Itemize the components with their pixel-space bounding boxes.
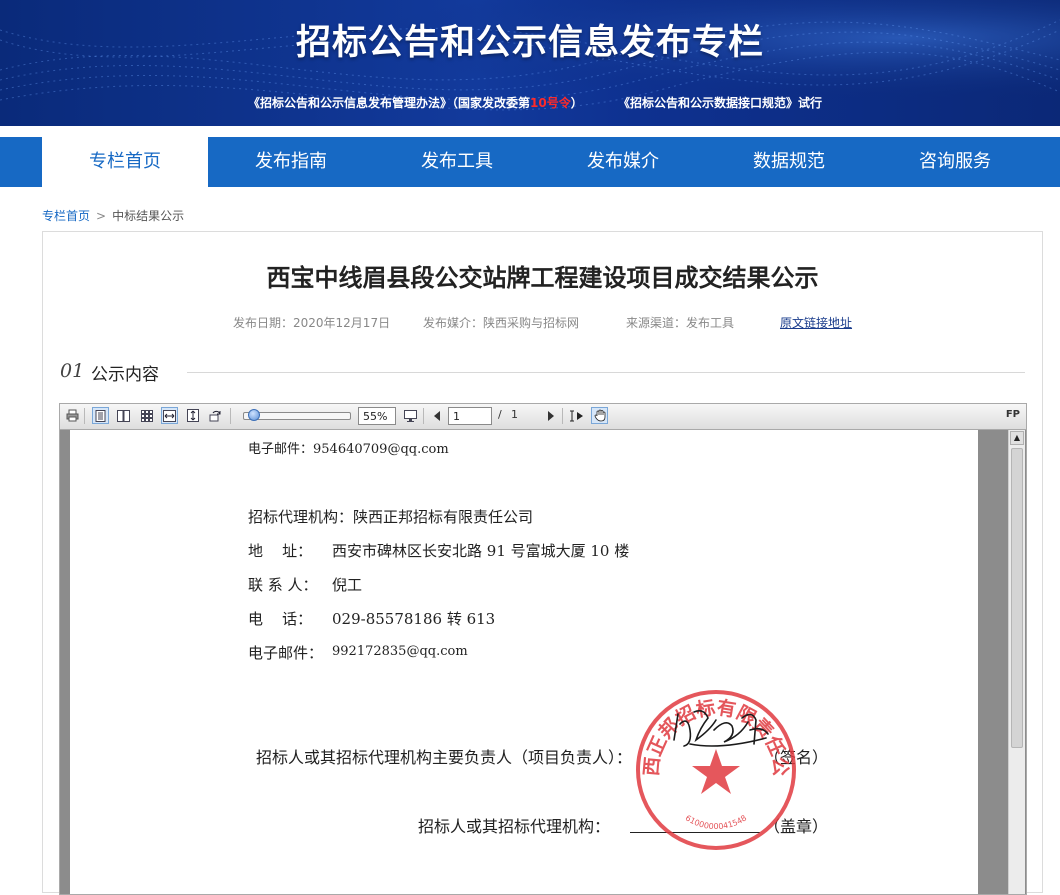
- document-page: 电子邮件：954640709@qq.com 招标代理机构：陕西正邦招标有限责任公…: [70, 430, 978, 894]
- next-page-icon[interactable]: [542, 407, 559, 424]
- text-select-icon[interactable]: [567, 407, 584, 424]
- breadcrumb-separator: >: [96, 209, 107, 223]
- two-page-view-icon[interactable]: [115, 407, 132, 424]
- nav-item-tools[interactable]: 发布工具: [374, 137, 540, 187]
- breadcrumb-current: 中标结果公示: [112, 209, 185, 223]
- doc-email-line-1: 电子邮件：954640709@qq.com: [248, 442, 449, 457]
- banner-title: 招标公告和公示信息发布专栏: [295, 23, 764, 63]
- original-link[interactable]: 原文链接地址: [780, 314, 852, 331]
- toolbar-separator: [562, 408, 563, 424]
- doc-email-2: 992172835@qq.com: [332, 644, 468, 659]
- page-number-input[interactable]: 1: [448, 407, 492, 425]
- toolbar-separator: [423, 408, 424, 424]
- source-channel: 来源渠道：发布工具: [626, 316, 735, 330]
- fit-width-icon[interactable]: [161, 407, 178, 424]
- handwritten-signature: [673, 710, 769, 747]
- presentation-mode-icon[interactable]: [402, 407, 419, 424]
- nav-item-consult[interactable]: 咨询服务: [872, 137, 1038, 187]
- doc-contact: 倪工: [332, 576, 363, 594]
- viewer-scrollbar[interactable]: ▲: [1008, 430, 1025, 894]
- nav-item-home[interactable]: 专栏首页: [42, 137, 208, 187]
- thumbnail-grid-icon[interactable]: [138, 407, 155, 424]
- zoom-slider-knob[interactable]: [248, 409, 260, 421]
- doc-phone-label: 电 话：: [248, 610, 313, 628]
- doc-seal-line: 招标人或其招标代理机构：: [418, 817, 611, 836]
- hand-tool-icon[interactable]: [591, 407, 608, 424]
- previous-page-icon[interactable]: [428, 407, 445, 424]
- scrollbar-thumb[interactable]: [1011, 448, 1023, 748]
- doc-signature-line: 招标人或其招标代理机构主要负责人（项目负责人）：: [256, 748, 633, 767]
- breadcrumb: 专栏首页 > 中标结果公示: [42, 207, 184, 224]
- article-panel: 西宝中线眉县段公交站牌工程建设项目成交结果公示 发布日期：2020年12月17日…: [42, 231, 1043, 895]
- doc-email-label: 电子邮件：: [248, 644, 324, 662]
- section-title: 公示内容: [91, 365, 159, 385]
- toolbar-separator: [84, 408, 85, 424]
- viewer-toolbar: 55% 1 / 1 FP: [60, 404, 1026, 430]
- page-total: 1: [511, 408, 518, 421]
- main-nav: 专栏首页 发布指南 发布工具 发布媒介 数据规范 咨询服务: [0, 137, 1060, 187]
- print-icon[interactable]: [64, 407, 81, 424]
- doc-address-label: 地 址：: [248, 542, 313, 560]
- publish-media: 发布媒介：陕西采购与招标网: [423, 316, 580, 330]
- zoom-level-input[interactable]: 55%: [358, 407, 396, 425]
- rotate-icon[interactable]: [207, 407, 224, 424]
- nav-item-data-spec[interactable]: 数据规范: [706, 137, 872, 187]
- nav-item-media[interactable]: 发布媒介: [540, 137, 706, 187]
- header-banner: 招标公告和公示信息发布专栏 《招标公告和公示信息发布管理办法》（国家发改委第10…: [0, 0, 1060, 126]
- pdf-viewer[interactable]: 55% 1 / 1 FP 电子邮件：954640709@qq.com 招标代理机…: [59, 403, 1027, 895]
- fit-height-icon[interactable]: [184, 407, 201, 424]
- zoom-slider[interactable]: [243, 409, 351, 421]
- doc-contact-label: 联 系 人：: [248, 576, 318, 594]
- banner-subtitle-text: 《招标公告和公示信息发布管理办法》（国家发改委第: [248, 96, 531, 110]
- banner-subtitle-text-end: ）: [570, 96, 583, 110]
- single-page-view-icon[interactable]: [92, 407, 109, 424]
- publish-date: 发布日期：2020年12月17日: [233, 316, 391, 330]
- doc-agency-line: 招标代理机构：陕西正邦招标有限责任公司: [248, 508, 534, 526]
- banner-subtitle-spec: 《招标公告和公示数据接口规范》试行: [618, 96, 823, 110]
- banner-subtitle-regulation: 《招标公告和公示信息发布管理办法》（国家发改委第10号令）: [248, 94, 583, 111]
- banner-subtitle-highlight: 10号令: [530, 96, 571, 110]
- scroll-up-icon[interactable]: ▲: [1010, 431, 1024, 445]
- article-title: 西宝中线眉县段公交站牌工程建设项目成交结果公示: [266, 264, 819, 292]
- nav-item-guide[interactable]: 发布指南: [208, 137, 374, 187]
- breadcrumb-home-link[interactable]: 专栏首页: [42, 209, 90, 223]
- page-slash: /: [498, 408, 502, 421]
- doc-address: 西安市碑林区长安北路 91 号富城大厦 10 楼: [332, 542, 630, 560]
- doc-phone: 029-85578186 转 613: [332, 610, 496, 628]
- viewer-brand-label: FP: [1005, 409, 1020, 420]
- section-divider: [187, 372, 1025, 373]
- section-number: 01: [60, 360, 85, 382]
- svg-text:6100000041548: 6100000041548: [684, 813, 749, 831]
- toolbar-separator: [230, 408, 231, 424]
